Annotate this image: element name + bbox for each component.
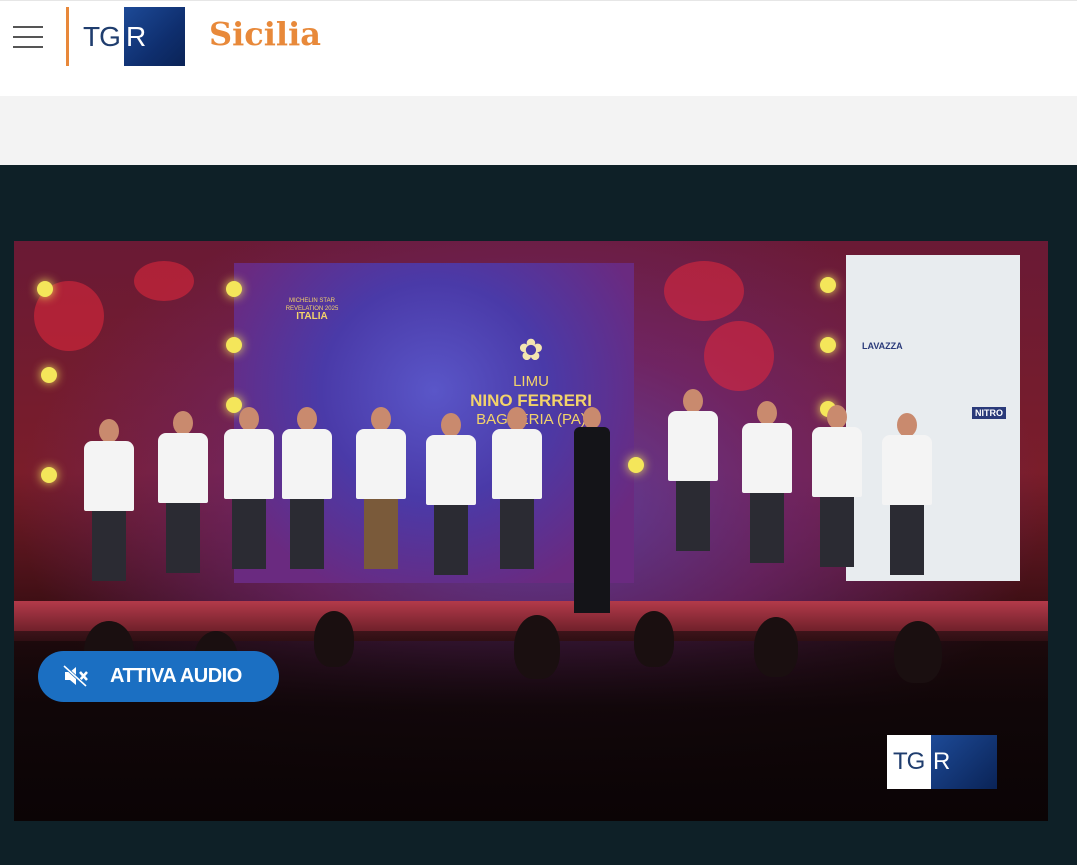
tgr-watermark-logo: TG R	[887, 735, 997, 789]
restaurant-name: LIMU	[513, 373, 549, 390]
logo-divider	[66, 7, 69, 66]
site-header: TG R Sicilia	[0, 0, 1077, 96]
michelin-star-icon: ✿	[518, 334, 544, 367]
tgr-logo[interactable]: TG R	[80, 7, 185, 66]
michelin-country: ITALIA	[296, 311, 328, 322]
watermark-tg-text: TG	[887, 735, 935, 789]
chef-location: BAGHERIA (PA)	[476, 411, 586, 428]
chef-name: NINO FERRERI	[470, 391, 592, 410]
muted-speaker-icon	[62, 664, 88, 688]
video-section: LAVAZZA NITRO MICHELIN STAR REVELATION 2…	[0, 165, 1077, 865]
logo-r-text: R	[124, 7, 185, 66]
region-title[interactable]: Sicilia	[209, 15, 321, 53]
video-player[interactable]: LAVAZZA NITRO MICHELIN STAR REVELATION 2…	[14, 241, 1048, 821]
ad-placeholder-band	[0, 96, 1077, 165]
activate-audio-label: ATTIVA AUDIO	[110, 665, 242, 687]
hamburger-menu-icon[interactable]	[13, 25, 43, 49]
watermark-r-text: R	[931, 735, 997, 789]
activate-audio-button[interactable]: ATTIVA AUDIO	[38, 651, 279, 702]
michelin-logo: MICHELIN STAR REVELATION 2025 ITALIA	[282, 297, 342, 322]
logo-tg-text: TG	[80, 7, 126, 66]
presenter-figure	[570, 407, 614, 613]
